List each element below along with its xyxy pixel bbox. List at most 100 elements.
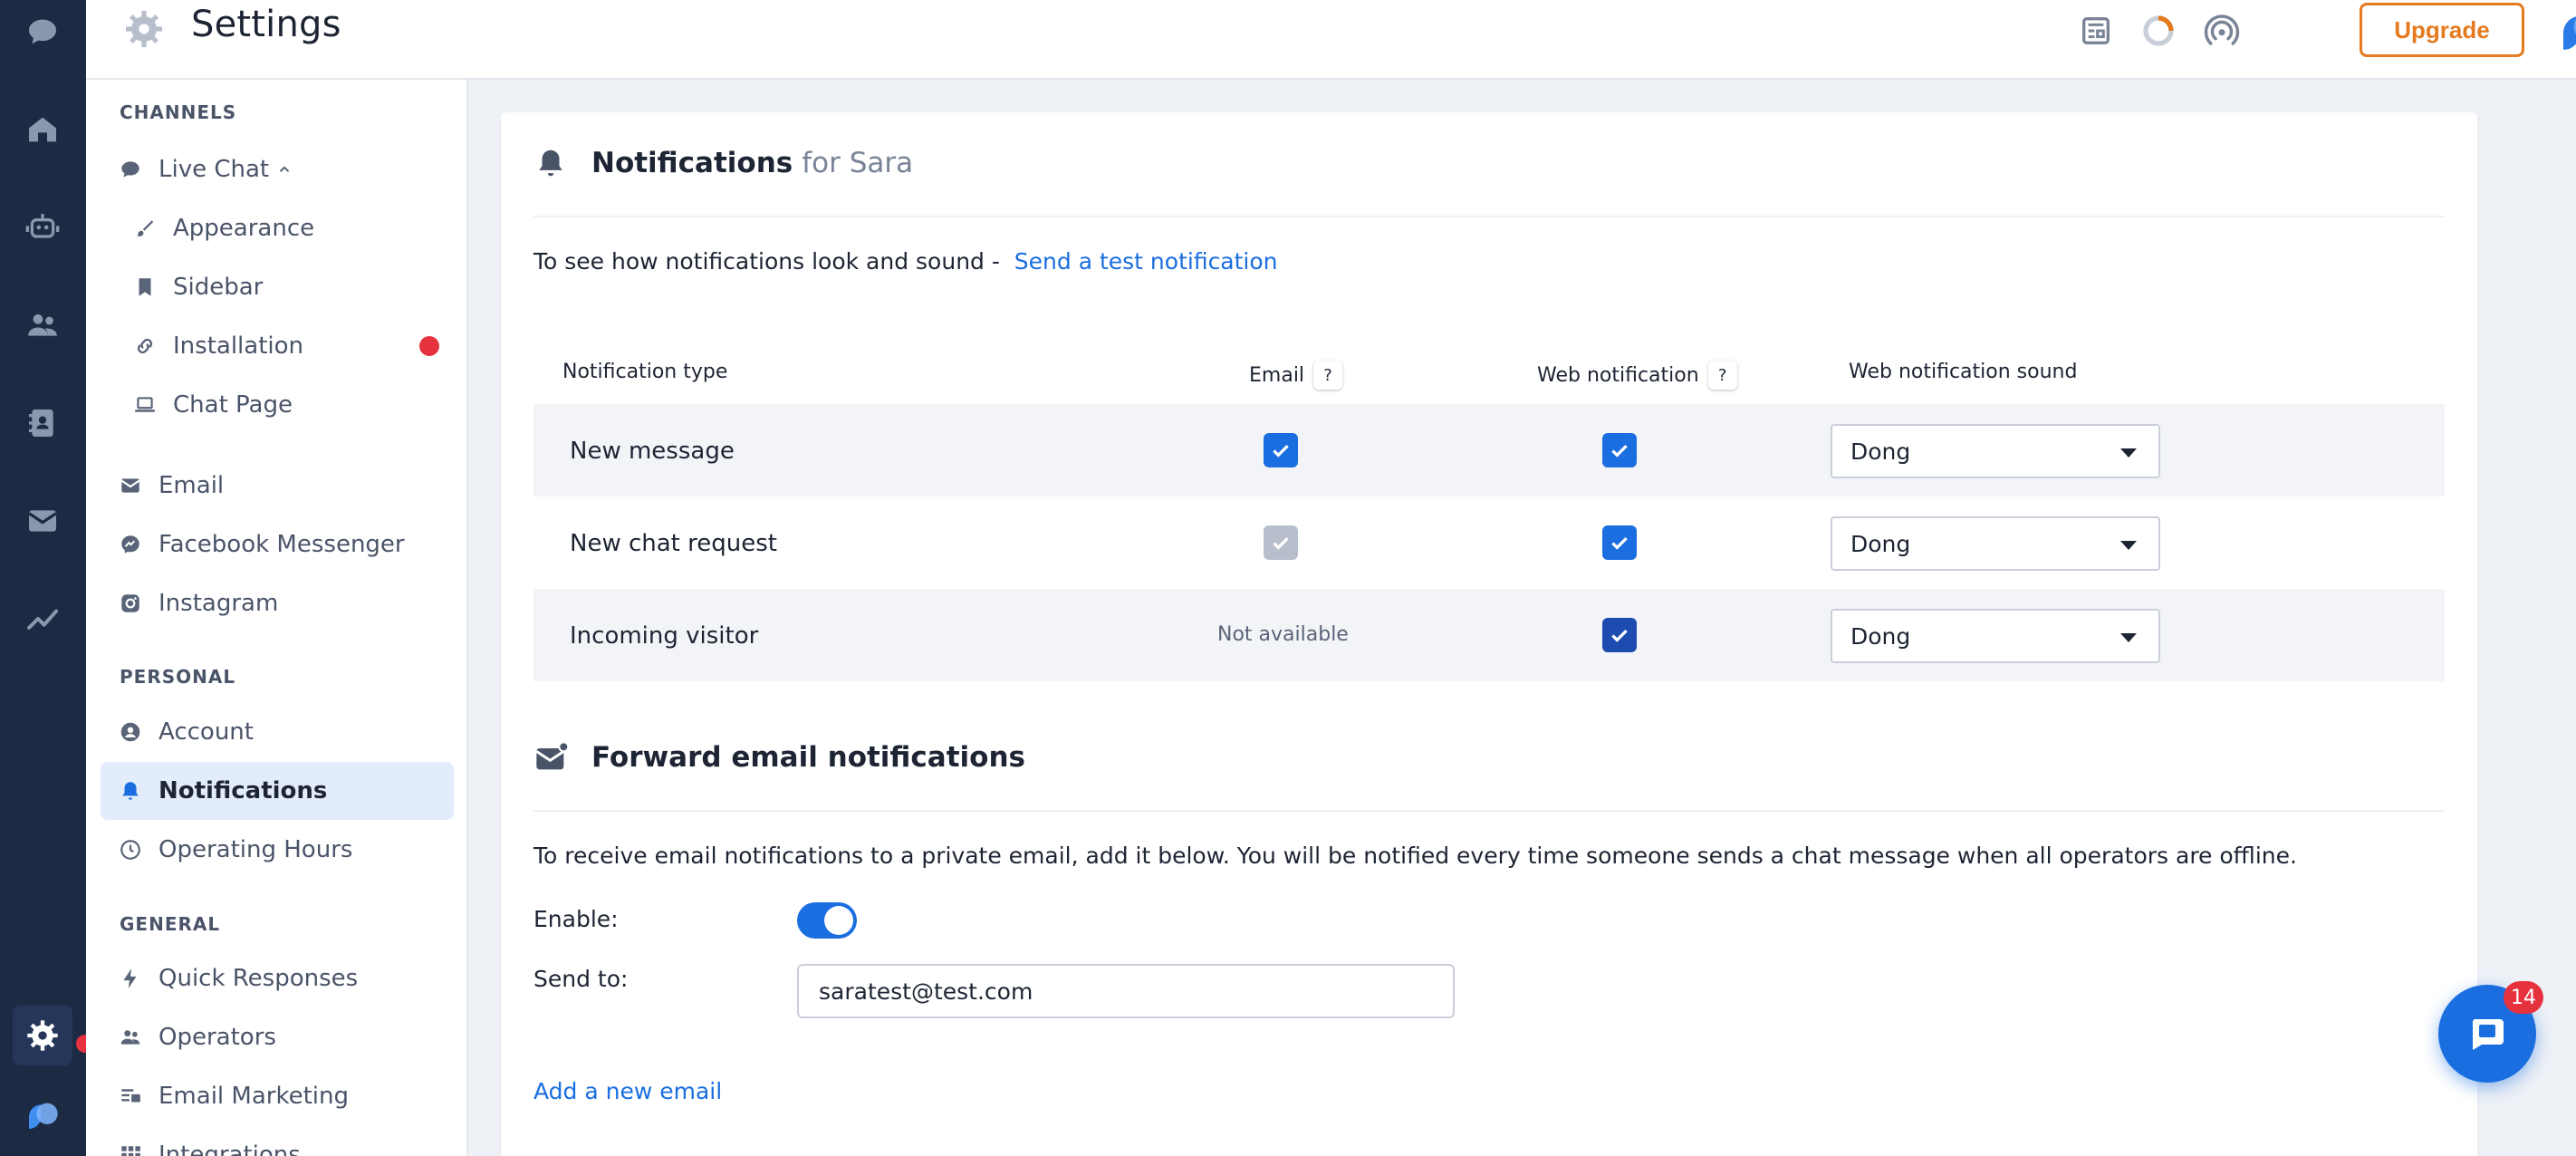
col-web-label: Web notification xyxy=(1537,363,1699,387)
sidebar-item-sidebar[interactable]: Sidebar xyxy=(101,258,454,316)
web-notification-checkbox[interactable] xyxy=(1602,433,1637,467)
sidebar-item-chat-page[interactable]: Chat Page xyxy=(101,376,454,434)
sidebar-item-installation[interactable]: Installation xyxy=(101,317,454,375)
sidebar-item-integrations[interactable]: Integrations xyxy=(101,1126,454,1156)
sidebar-item-label: Installation xyxy=(173,332,304,360)
sidebar-item-label: Account xyxy=(159,718,254,746)
col-email-label: Email xyxy=(1249,363,1305,387)
envelope-icon xyxy=(117,472,144,499)
home-icon[interactable] xyxy=(13,100,72,159)
email-help-icon[interactable]: ? xyxy=(1313,361,1343,390)
sound-select-value: Dong xyxy=(1850,530,1911,557)
brand-logo-icon[interactable] xyxy=(13,1085,72,1145)
brand-logo-icon[interactable] xyxy=(2557,5,2576,56)
sound-select[interactable]: Dong xyxy=(1831,609,2160,663)
chat-bubble-icon xyxy=(117,156,144,183)
settings-gear-icon xyxy=(126,11,162,47)
app-rail xyxy=(0,0,94,1156)
sound-select-value: Dong xyxy=(1850,622,1911,650)
web-notification-checkbox[interactable] xyxy=(1602,525,1637,560)
sound-select[interactable]: Dong xyxy=(1831,516,2160,571)
installation-alert-badge xyxy=(419,336,439,356)
address-book-icon[interactable] xyxy=(13,393,72,453)
sidebar-item-label: Facebook Messenger xyxy=(159,531,405,558)
enable-toggle[interactable] xyxy=(797,902,857,939)
caret-down-icon xyxy=(2120,633,2137,642)
bookmark-icon xyxy=(131,274,159,301)
caret-down-icon xyxy=(2120,448,2137,458)
user-circle-icon xyxy=(117,718,144,746)
sidebar-item-label: Appearance xyxy=(173,215,315,242)
clock-icon xyxy=(117,836,144,863)
brush-icon xyxy=(131,215,159,242)
forward-header: Forward email notifications xyxy=(533,739,1025,775)
notifications-user: for Sara xyxy=(802,147,914,179)
link-icon xyxy=(131,332,159,360)
enable-label: Enable: xyxy=(533,906,619,932)
table-row: New message Dong xyxy=(533,404,2445,496)
section-channels: CHANNELS xyxy=(120,101,237,123)
sidebar-item-facebook-messenger[interactable]: Facebook Messenger xyxy=(101,515,454,573)
web-help-icon[interactable]: ? xyxy=(1707,361,1737,390)
toggle-knob xyxy=(824,906,853,935)
check-icon xyxy=(1611,536,1628,550)
check-icon xyxy=(1611,629,1628,642)
notification-table-header: Notification type Email ? Web notificati… xyxy=(533,341,2445,404)
row-label: New chat request xyxy=(570,530,777,557)
inbox-icon[interactable] xyxy=(13,491,72,551)
sidebar-item-operating-hours[interactable]: Operating Hours xyxy=(101,821,454,879)
bell-icon xyxy=(117,777,144,804)
send-test-notification-link[interactable]: Send a test notification xyxy=(1014,248,1278,275)
broadcast-icon[interactable] xyxy=(2202,11,2242,51)
sidebar-item-label: Operating Hours xyxy=(159,836,353,863)
settings-gear-icon[interactable] xyxy=(13,1006,72,1065)
sidebar-item-email-marketing[interactable]: Email Marketing xyxy=(101,1067,454,1125)
users-icon xyxy=(117,1024,144,1051)
sidebar-item-notifications[interactable]: Notifications xyxy=(101,762,454,820)
sidebar-item-label: Operators xyxy=(159,1024,276,1051)
sidebar-item-label: Chat Page xyxy=(173,391,293,419)
top-header: Settings Upgrade xyxy=(86,0,2576,80)
section-general: GENERAL xyxy=(120,913,221,935)
mail-forward-icon xyxy=(535,741,570,770)
sidebar-item-account[interactable]: Account xyxy=(101,703,454,761)
row-label: Incoming visitor xyxy=(570,622,759,650)
intro-text: To see how notifications look and sound … xyxy=(533,248,1000,275)
web-notification-checkbox[interactable] xyxy=(1602,618,1637,652)
sidebar-item-label: Instagram xyxy=(159,590,279,617)
settings-sidebar: CHANNELS Live Chat Appearance Sidebar In… xyxy=(86,80,468,1156)
notifications-card: Notifications for Sara To see how notifi… xyxy=(501,112,2477,1156)
sound-select[interactable]: Dong xyxy=(1831,424,2160,478)
news-icon[interactable] xyxy=(2076,11,2116,51)
email-checkbox[interactable] xyxy=(1264,433,1298,467)
chat-bubble-icon xyxy=(2472,1019,2504,1050)
check-icon xyxy=(1273,536,1289,550)
row-label: New message xyxy=(570,438,735,465)
test-notification-intro: To see how notifications look and sound … xyxy=(533,248,1278,275)
add-new-email-link[interactable]: Add a new email xyxy=(533,1078,722,1104)
chat-bubble-icon[interactable] xyxy=(13,2,72,62)
lightning-icon xyxy=(117,965,144,992)
section-personal: PERSONAL xyxy=(120,666,236,688)
sidebar-item-email[interactable]: Email xyxy=(101,457,454,515)
send-to-email-input[interactable] xyxy=(797,964,1455,1018)
sidebar-item-quick-responses[interactable]: Quick Responses xyxy=(101,949,454,1007)
sidebar-item-instagram[interactable]: Instagram xyxy=(101,574,454,632)
analytics-icon[interactable] xyxy=(13,589,72,649)
bot-icon[interactable] xyxy=(13,197,72,257)
sidebar-item-operators[interactable]: Operators xyxy=(101,1008,454,1066)
chevron-up-icon xyxy=(279,166,290,172)
sidebar-item-appearance[interactable]: Appearance xyxy=(101,199,454,257)
contacts-icon[interactable] xyxy=(13,295,72,355)
table-row: New chat request Dong xyxy=(533,496,2445,589)
sidebar-item-live-chat[interactable]: Live Chat xyxy=(101,140,454,198)
page-title: Settings xyxy=(191,4,341,45)
bell-icon xyxy=(539,149,562,177)
sidebar-item-label: Quick Responses xyxy=(159,965,359,992)
unread-count-badge: 14 xyxy=(2504,981,2543,1014)
instagram-icon xyxy=(117,590,144,617)
sound-select-value: Dong xyxy=(1850,438,1911,465)
sidebar-item-label: Notifications xyxy=(159,777,328,804)
progress-ring-icon[interactable] xyxy=(2139,11,2178,51)
upgrade-button[interactable]: Upgrade xyxy=(2360,3,2524,57)
